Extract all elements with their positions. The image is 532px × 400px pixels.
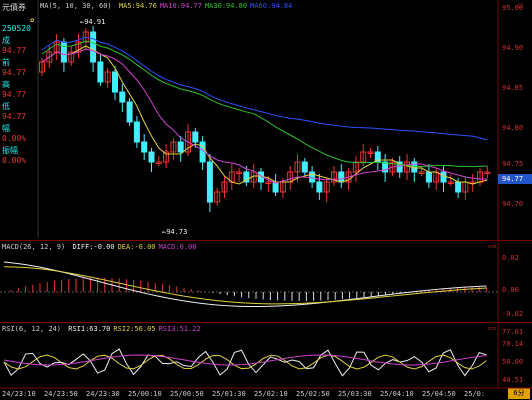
candle-body bbox=[301, 161, 308, 173]
current-price-tag: 94.77 bbox=[498, 174, 532, 184]
candle-body bbox=[112, 71, 118, 93]
rsi1-line bbox=[3, 348, 487, 377]
ma10-line bbox=[41, 48, 488, 184]
candle-body bbox=[425, 171, 432, 183]
candle-body bbox=[119, 91, 126, 103]
candle-body bbox=[90, 31, 97, 63]
high-price-annotation: ←94.91 bbox=[80, 18, 105, 26]
candle-body bbox=[192, 131, 199, 143]
candle-body bbox=[141, 141, 148, 153]
candle-body bbox=[97, 61, 104, 83]
ma60-line bbox=[41, 36, 488, 141]
candle-body bbox=[126, 101, 133, 123]
candle-body bbox=[440, 171, 447, 183]
candle-body bbox=[133, 121, 140, 143]
ma5-line bbox=[41, 45, 488, 185]
candle-body bbox=[177, 141, 184, 153]
candle-body bbox=[338, 171, 345, 183]
candle-body bbox=[148, 151, 155, 163]
candle-body bbox=[60, 41, 67, 63]
candle-body bbox=[206, 161, 213, 203]
low-price-annotation: ←94.73 bbox=[162, 228, 187, 236]
candle-body bbox=[316, 181, 323, 193]
candle-body bbox=[455, 181, 462, 193]
candlestick-chart[interactable]: ←94.91 ←94.73 bbox=[0, 0, 532, 400]
